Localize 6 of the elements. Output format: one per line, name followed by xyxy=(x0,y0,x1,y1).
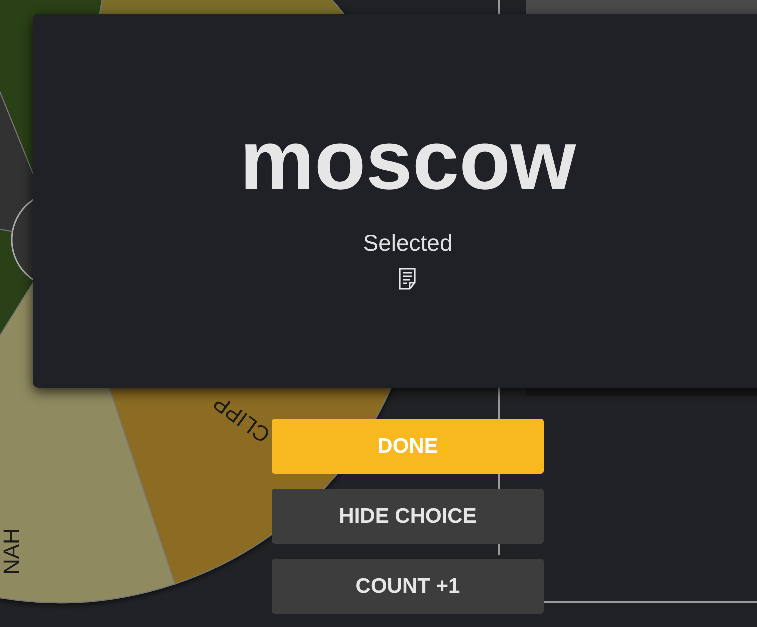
notes-icon[interactable] xyxy=(398,268,418,290)
result-title: moscow xyxy=(240,118,576,202)
result-status: Selected xyxy=(363,230,453,256)
action-button[interactable]: HIDE CHOICE xyxy=(272,489,544,544)
wheel-label: NAH xyxy=(0,528,24,575)
action-button[interactable]: COUNT +1 xyxy=(272,559,544,614)
